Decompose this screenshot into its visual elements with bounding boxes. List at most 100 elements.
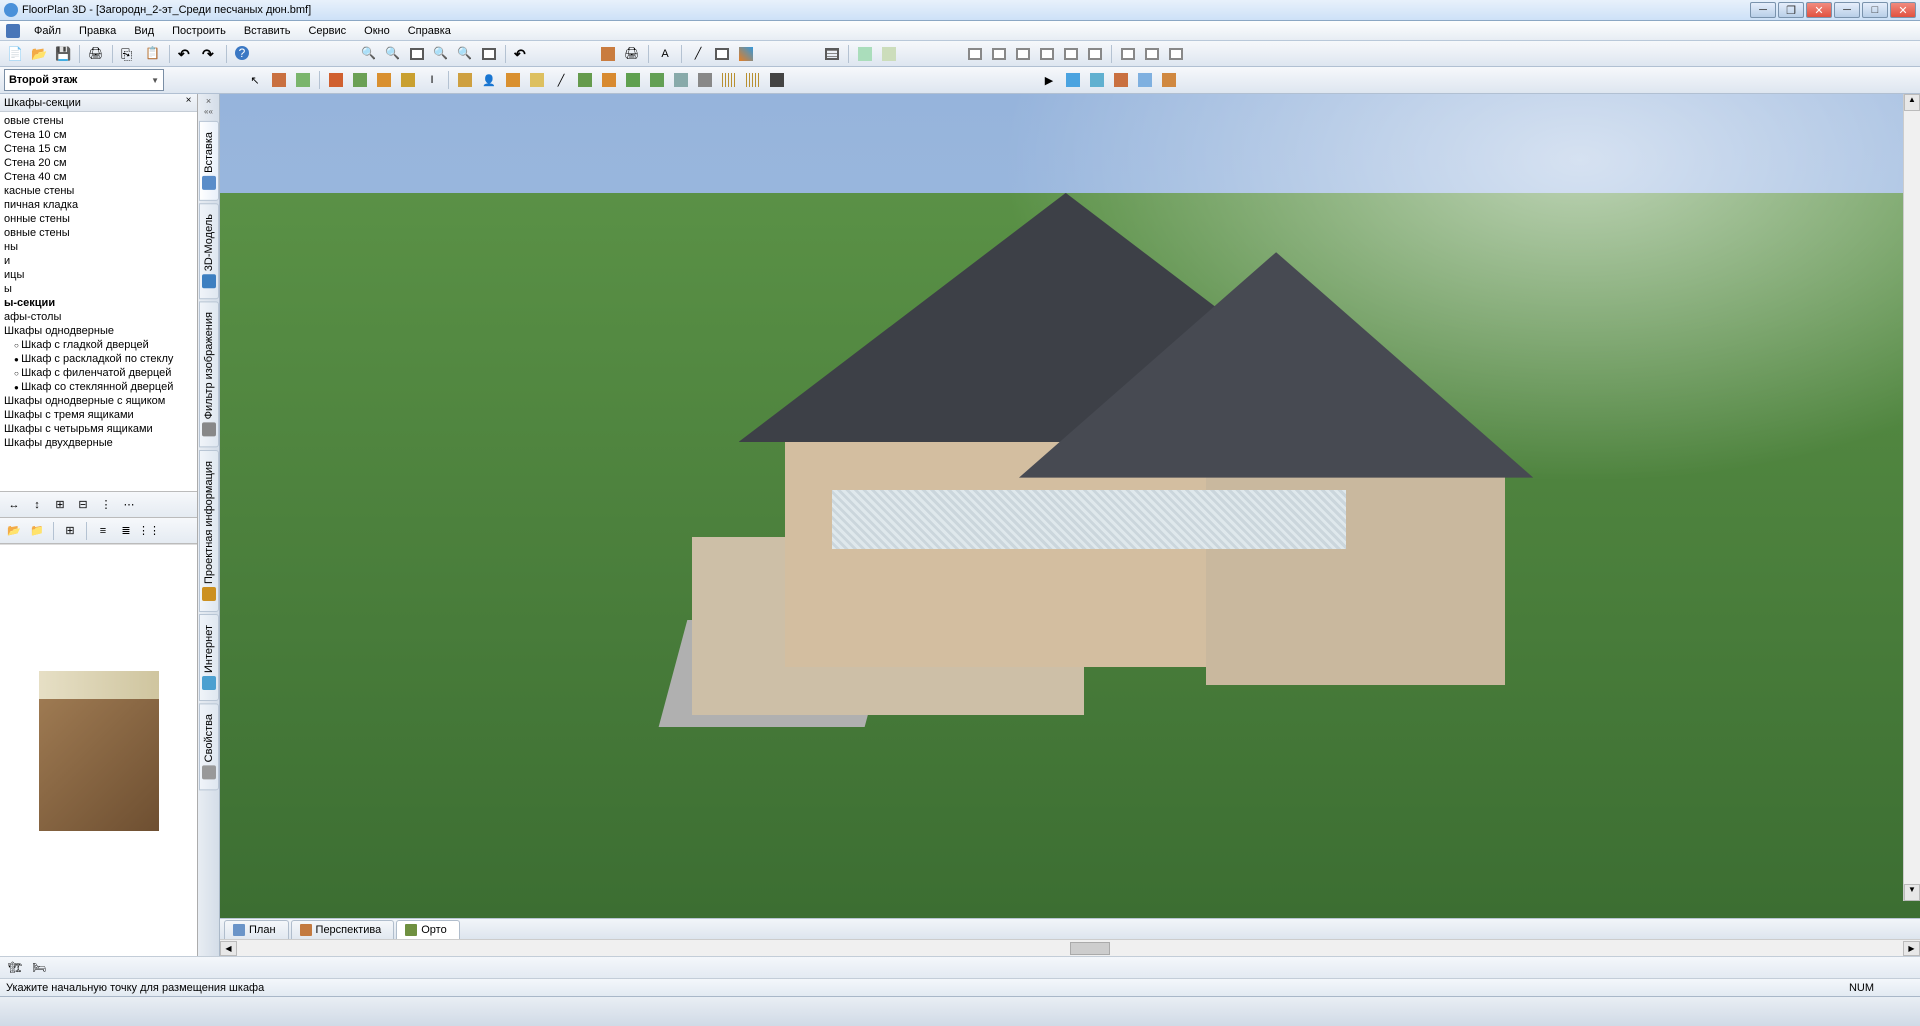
tree-item[interactable]: овные стены (0, 226, 197, 240)
new-button[interactable] (4, 43, 26, 65)
tree-item[interactable]: Стена 15 см (0, 142, 197, 156)
tool-5[interactable] (574, 69, 596, 91)
tab-project-info[interactable]: Проектная информация (199, 450, 219, 612)
zoom-in-button[interactable] (358, 43, 380, 65)
preview-thumbnail[interactable] (39, 671, 159, 831)
tree-item[interactable]: ицы (0, 268, 197, 282)
tree-item[interactable]: пичная кладка (0, 198, 197, 212)
open-button[interactable] (28, 43, 50, 65)
menu-service[interactable]: Сервис (300, 23, 354, 39)
taskbar[interactable] (0, 996, 1920, 1026)
mdi-close-button[interactable]: ✕ (1806, 2, 1832, 18)
print-preview-button[interactable] (621, 43, 643, 65)
zoom-button-4[interactable] (430, 43, 452, 65)
tree-item[interactable]: ны (0, 240, 197, 254)
tool-2[interactable] (349, 69, 371, 91)
zoom-out-button[interactable] (382, 43, 404, 65)
render-button-6[interactable] (1158, 69, 1180, 91)
save-button[interactable] (52, 43, 74, 65)
tree-item[interactable]: Стена 10 см (0, 128, 197, 142)
tool-3[interactable] (373, 69, 395, 91)
tab-insert[interactable]: Вставка (199, 121, 219, 201)
tool-7[interactable] (646, 69, 668, 91)
door-tool[interactable] (292, 69, 314, 91)
render-button-5[interactable] (1134, 69, 1156, 91)
render-button-4[interactable] (1110, 69, 1132, 91)
scroll-right-button[interactable]: ▶ (1903, 941, 1920, 956)
tool-8[interactable] (670, 69, 692, 91)
align-button-3[interactable] (1012, 43, 1034, 65)
tree-item[interactable]: Шкаф с филенчатой дверцей (0, 366, 197, 380)
minimize-button[interactable]: ─ (1750, 2, 1776, 18)
cat-btn-10[interactable]: ≡ (93, 521, 113, 541)
menu-file[interactable]: Файл (26, 23, 69, 39)
refresh-button[interactable] (511, 43, 533, 65)
align-button-4[interactable] (1036, 43, 1058, 65)
zoom-button-5[interactable] (454, 43, 476, 65)
fence-tool-2[interactable] (742, 69, 764, 91)
help-button[interactable] (232, 43, 254, 65)
render-button-1[interactable]: ▶ (1038, 69, 1060, 91)
grid-button[interactable] (821, 43, 843, 65)
cat-btn-6[interactable]: ⋯ (119, 495, 139, 515)
cat-btn-11[interactable]: ≣ (116, 521, 136, 541)
print-button[interactable] (85, 43, 107, 65)
align-button-5[interactable] (1060, 43, 1082, 65)
tree-item[interactable]: касные стены (0, 184, 197, 198)
tree-item[interactable]: ы-секции (0, 296, 197, 310)
zoom-extents-button[interactable] (478, 43, 500, 65)
tree-item[interactable]: Шкафы однодверные (0, 324, 197, 338)
text-button[interactable]: A (654, 43, 676, 65)
tab-internet[interactable]: Интернет (199, 614, 219, 701)
cat-btn-8[interactable]: 📁 (27, 521, 47, 541)
render-button-3[interactable] (1086, 69, 1108, 91)
distribute-button-2[interactable] (1141, 43, 1163, 65)
tool-6[interactable] (598, 69, 620, 91)
3d-viewport[interactable]: ▲ ▼ (220, 94, 1920, 918)
tool-button-g1[interactable] (854, 43, 876, 65)
zoom-window-button[interactable] (406, 43, 428, 65)
restore-button[interactable]: ❐ (1778, 2, 1804, 18)
tab-properties[interactable]: Свойства (199, 703, 219, 790)
tool-roof[interactable]: ╱ (550, 69, 572, 91)
view-tab-plan[interactable]: План (224, 920, 289, 939)
scroll-thumb[interactable] (1070, 942, 1110, 955)
menu-edit[interactable]: Правка (71, 23, 124, 39)
copy-button[interactable] (118, 43, 140, 65)
tool-beam[interactable]: I (421, 69, 443, 91)
menu-help[interactable]: Справка (400, 23, 459, 39)
align-button-2[interactable] (988, 43, 1010, 65)
scroll-down-button[interactable]: ▼ (1904, 884, 1920, 901)
cat-btn-7[interactable]: 📂 (4, 521, 24, 541)
tree-item[interactable]: Шкафы двухдверные (0, 436, 197, 450)
line-button[interactable]: ╱ (687, 43, 709, 65)
cat-btn-2[interactable]: ↕ (27, 495, 47, 515)
tree-item[interactable]: Шкафы с четырьмя ящиками (0, 422, 197, 436)
view3d-button[interactable] (597, 43, 619, 65)
fence-tool[interactable] (718, 69, 740, 91)
view-tab-ortho[interactable]: Орто (396, 920, 459, 939)
tool-column[interactable] (397, 69, 419, 91)
tree-item[interactable]: Шкаф со стеклянной дверцей (0, 380, 197, 394)
menu-window[interactable]: Окно (356, 23, 398, 39)
mdi-icon[interactable] (6, 24, 20, 38)
tree-item[interactable]: ы (0, 282, 197, 296)
tree-item[interactable]: Шкафы однодверные с ящиком (0, 394, 197, 408)
view-tab-perspective[interactable]: Перспектива (291, 920, 395, 939)
menu-insert[interactable]: Вставить (236, 23, 299, 39)
tool-9[interactable] (694, 69, 716, 91)
cat-btn-12[interactable]: ⋮⋮ (139, 521, 159, 541)
undo-button[interactable] (175, 43, 197, 65)
distribute-button-1[interactable] (1117, 43, 1139, 65)
tree-item[interactable]: и (0, 254, 197, 268)
status-icon-2[interactable]: 🛏 (30, 960, 48, 976)
scroll-up-button[interactable]: ▲ (1904, 94, 1920, 111)
vertical-scrollbar[interactable]: ▲ ▼ (1903, 94, 1920, 901)
align-button-6[interactable] (1084, 43, 1106, 65)
sidebar-close-button[interactable]: × (206, 96, 211, 106)
tree-item[interactable]: онные стены (0, 212, 197, 226)
panel-close-button[interactable]: × (182, 95, 195, 108)
tree-item[interactable]: афы-столы (0, 310, 197, 324)
maximize-app-button[interactable]: □ (1862, 2, 1888, 18)
close-app-button[interactable]: ✕ (1890, 2, 1916, 18)
